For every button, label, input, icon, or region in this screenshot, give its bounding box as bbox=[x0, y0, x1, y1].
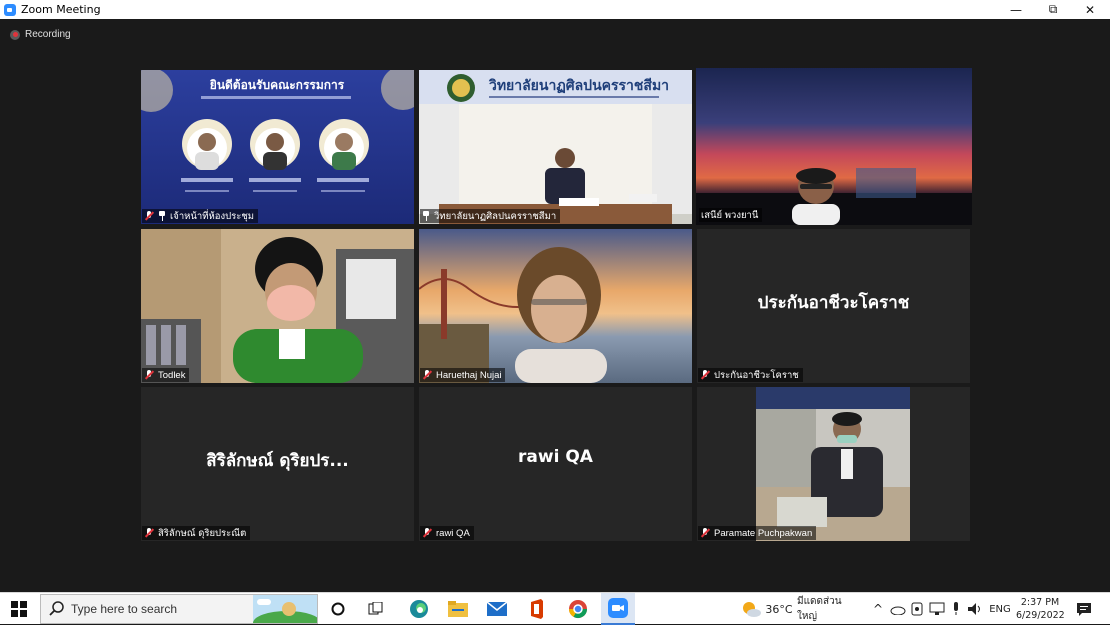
chrome-icon[interactable] bbox=[563, 593, 593, 625]
participant-nameplate: วิทยาลัยนาฏศิลปนครราชสีมา bbox=[420, 209, 561, 223]
recording-indicator[interactable]: Recording bbox=[10, 29, 71, 40]
participant-nameplate: Todlek bbox=[142, 368, 190, 382]
network-icon[interactable] bbox=[927, 593, 947, 625]
participant-name: สิริลักษณ์ ดุริยประณีต bbox=[158, 527, 247, 539]
participant-display-name: ประกันอาชีวะโคราช bbox=[757, 293, 910, 313]
cortana-icon[interactable] bbox=[324, 593, 352, 625]
participant-nameplate: Haruethaj Nujai bbox=[420, 368, 506, 382]
clock-time: 2:37 PM bbox=[1020, 597, 1060, 608]
participant-nameplate: สิริลักษณ์ ดุริยประณีต bbox=[142, 526, 251, 540]
taskbar-search[interactable] bbox=[40, 594, 318, 624]
sunset-background-video bbox=[696, 68, 972, 225]
participant-nameplate: rawi QA bbox=[420, 526, 474, 540]
edge-icon[interactable] bbox=[404, 593, 434, 625]
video-tile-sirilak[interactable]: สิริลักษณ์ ดุริยปร... สิริลักษณ์ ดุริยปร… bbox=[141, 387, 414, 541]
muted-mic-icon bbox=[144, 528, 155, 538]
muted-mic-icon bbox=[144, 211, 155, 221]
participant-name: rawi QA bbox=[436, 527, 470, 539]
participant-name: ประกันอาชีวะโคราช bbox=[714, 369, 799, 381]
muted-mic-icon bbox=[422, 528, 433, 538]
video-tile-prakan[interactable]: ประกันอาชีวะโคราช ประกันอาชีวะโคราช bbox=[697, 229, 970, 383]
slide-video: ยินดีต้อนรับคณะกรรมการ bbox=[141, 70, 414, 224]
close-button[interactable]: ✕ bbox=[1071, 0, 1109, 19]
office-desk-video bbox=[697, 387, 970, 541]
office-video bbox=[141, 229, 414, 383]
windows-start-icon[interactable] bbox=[0, 593, 38, 625]
participant-name: วิทยาลัยนาฏศิลปนครราชสีมา bbox=[434, 210, 557, 222]
golden-gate-background-video bbox=[419, 229, 692, 383]
window-title: Zoom Meeting bbox=[21, 3, 101, 16]
meet-now-icon[interactable] bbox=[908, 593, 926, 625]
search-input[interactable] bbox=[71, 602, 241, 616]
taskbar-clock[interactable]: 2:37 PM 6/29/2022 bbox=[1016, 596, 1065, 622]
pin-icon bbox=[422, 211, 430, 221]
weather-description[interactable]: มีแดดส่วนใหญ่ bbox=[797, 593, 861, 625]
restore-button[interactable]: ⧉ bbox=[1034, 0, 1072, 19]
participant-display-name: rawi QA bbox=[518, 447, 593, 467]
video-tile-haruethaj[interactable]: Haruethaj Nujai bbox=[419, 229, 692, 383]
video-tile-active-speaker[interactable]: เสนีย์ พวงยานี bbox=[696, 68, 972, 225]
recording-icon bbox=[10, 29, 20, 40]
muted-mic-icon bbox=[700, 370, 711, 380]
pin-icon bbox=[158, 211, 166, 221]
microphone-icon[interactable] bbox=[947, 593, 965, 625]
video-tile-college[interactable]: วิทยาลัยนาฏศิลปนครราชสีมา วิทยาลัยนาฏศิล… bbox=[419, 70, 692, 224]
chevron-up-icon[interactable]: ^ bbox=[870, 593, 886, 625]
zoom-app-icon bbox=[4, 3, 16, 16]
weather-temperature[interactable]: 36°C bbox=[765, 593, 793, 625]
mail-icon[interactable] bbox=[482, 593, 512, 625]
participant-name: เจ้าหน้าที่ห้องประชุม bbox=[170, 210, 255, 222]
muted-mic-icon bbox=[422, 370, 433, 380]
muted-mic-icon bbox=[700, 528, 711, 538]
video-tile-paramate[interactable]: Paramate Puchpakwan bbox=[697, 387, 970, 541]
video-tile-rawi[interactable]: rawi QA rawi QA bbox=[419, 387, 692, 541]
participant-nameplate: เจ้าหน้าที่ห้องประชุม bbox=[142, 209, 259, 223]
slide-title: ยินดีต้อนรับคณะกรรมการ bbox=[210, 78, 345, 92]
cloud-icon[interactable] bbox=[888, 593, 908, 625]
participant-name: Haruethaj Nujai bbox=[436, 369, 502, 381]
task-view-icon[interactable] bbox=[362, 593, 390, 625]
participant-name: เสนีย์ พวงยานี bbox=[701, 209, 759, 221]
clock-date: 6/29/2022 bbox=[1016, 610, 1065, 621]
windows-taskbar: 36°C มีแดดส่วนใหญ่ ^ ENG 2:37 PM 6/29/20… bbox=[0, 592, 1110, 625]
video-tile-todlek[interactable]: Todlek bbox=[141, 229, 414, 383]
file-explorer-icon[interactable] bbox=[443, 593, 473, 625]
office-icon[interactable] bbox=[522, 593, 552, 625]
language-indicator[interactable]: ENG bbox=[986, 593, 1014, 625]
participant-name: Todlek bbox=[158, 369, 186, 381]
search-highlight-image bbox=[253, 595, 317, 623]
participant-nameplate: เสนีย์ พวงยานี bbox=[699, 208, 763, 222]
volume-icon[interactable] bbox=[965, 593, 985, 625]
minimize-button[interactable]: — bbox=[997, 0, 1035, 19]
weather-icon[interactable] bbox=[740, 593, 762, 625]
video-tile-meeting-room[interactable]: ยินดีต้อนรับคณะกรรมการ เจ้าหน้าที่ห้องปร… bbox=[141, 70, 414, 224]
meeting-area: Recording ยินดีต้อนรับคณะกรรมการ เจ้าหน้… bbox=[0, 19, 1110, 592]
recording-label: Recording bbox=[25, 29, 71, 40]
banner-text: วิทยาลัยนาฏศิลปนครราชสีมา bbox=[488, 78, 669, 94]
zoom-icon[interactable] bbox=[601, 593, 635, 625]
participant-display-name: สิริลักษณ์ ดุริยปร... bbox=[206, 451, 349, 471]
participant-name: Paramate Puchpakwan bbox=[714, 527, 813, 539]
search-icon bbox=[49, 601, 64, 616]
participant-nameplate: Paramate Puchpakwan bbox=[698, 526, 817, 540]
muted-mic-icon bbox=[144, 370, 155, 380]
conference-room-video: วิทยาลัยนาฏศิลปนครราชสีมา bbox=[419, 70, 692, 224]
window-titlebar: Zoom Meeting — ⧉ ✕ bbox=[0, 0, 1110, 19]
participant-nameplate: ประกันอาชีวะโคราช bbox=[698, 368, 803, 382]
notifications-icon[interactable] bbox=[1072, 593, 1096, 625]
